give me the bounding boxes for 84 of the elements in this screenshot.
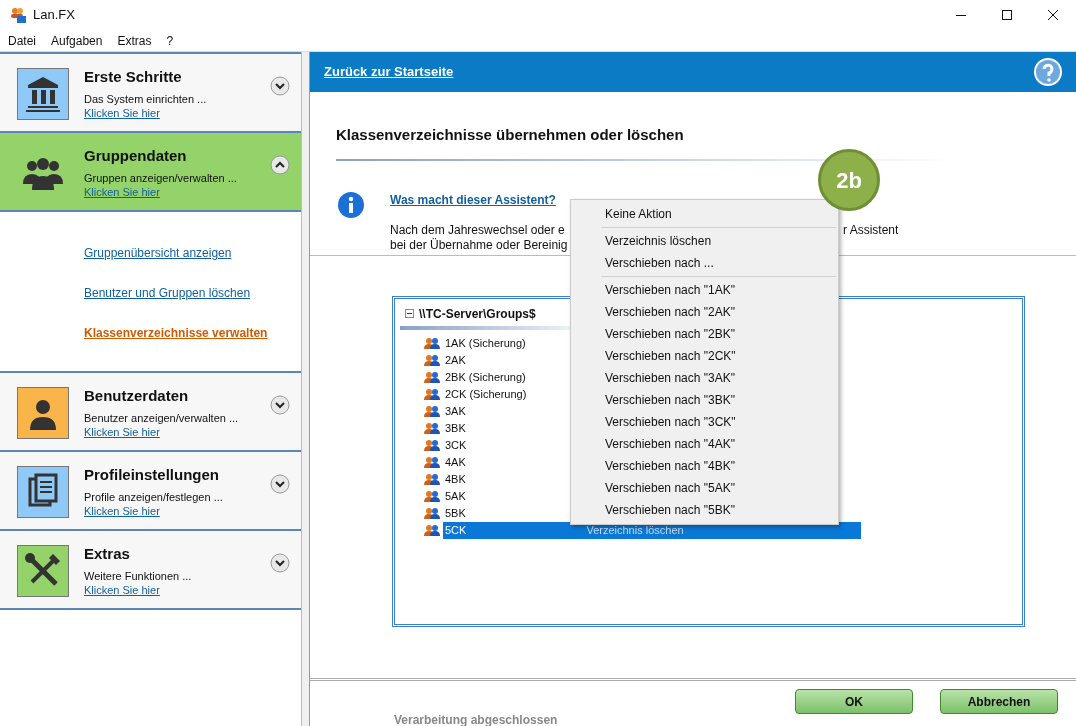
section-link[interactable]: Klicken Sie hier [84, 583, 160, 597]
menu-item[interactable]: Verschieben nach "2BK" [571, 323, 838, 345]
section-subtitle: Gruppen anzeigen/verwalten ... [84, 171, 237, 185]
section-title: Extras [84, 545, 131, 563]
group-icon [424, 422, 440, 434]
window-title: Lan.FX [33, 6, 75, 25]
group-icon [424, 354, 440, 366]
expand-icon[interactable] [270, 474, 290, 494]
dialog-button[interactable]: Abbrechen [940, 689, 1058, 714]
menu-item[interactable]: Verschieben nach "4AK" [571, 433, 838, 455]
tree-item[interactable]: 5AK [443, 487, 466, 505]
group-icon [424, 388, 440, 400]
section-subtitle: Das System einrichten ... [84, 92, 207, 106]
expand-icon[interactable] [270, 553, 290, 573]
maximize-icon [1002, 10, 1012, 20]
group-icon [424, 507, 440, 519]
help-icon[interactable] [1034, 58, 1062, 86]
tree-item[interactable]: 2BK (Sicherung) [443, 368, 526, 386]
menu-item[interactable]: Verschieben nach "3AK" [571, 367, 838, 389]
menu-item[interactable]: Verschieben nach "4BK" [571, 455, 838, 477]
tree-item[interactable]: 2CK (Sicherung) [443, 385, 527, 403]
menu-item[interactable]: Verschieben nach "1AK" [571, 279, 838, 301]
section-subtitle: Profile anzeigen/festlegen ... [84, 490, 223, 504]
group-icon [424, 405, 440, 417]
tree-item[interactable]: 4BK [443, 470, 466, 488]
section-title: Erste Schritte [84, 68, 183, 86]
tree-item[interactable]: 2AK [443, 351, 466, 369]
tree-item[interactable]: 1AK (Sicherung) [443, 334, 526, 352]
section-title: Benutzerdaten [84, 387, 190, 405]
menu-item[interactable]: Verzeichnis löschen [571, 230, 838, 252]
menu-item[interactable]: Verschieben nach "3BK" [571, 389, 838, 411]
section-subtitle: Benutzer anzeigen/verwalten ... [84, 411, 239, 425]
tree-item[interactable]: 3AK [443, 402, 466, 420]
tree-item[interactable]: 3BK [443, 419, 466, 437]
group-icon [424, 473, 440, 485]
section-title: Gruppendaten [84, 147, 188, 165]
sidebar-link[interactable]: Benutzer und Gruppen löschen [84, 285, 251, 301]
section-link[interactable]: Klicken Sie hier [84, 425, 160, 439]
tree-item[interactable]: 4AK [443, 453, 466, 471]
menu-item[interactable]: Datei [8, 31, 36, 50]
menu-item[interactable]: ? [166, 31, 174, 50]
collapse-icon[interactable] [270, 155, 290, 175]
tree-item[interactable]: 5BK [443, 504, 466, 522]
sidebar-link[interactable]: Gruppenübersicht anzeigen [84, 245, 232, 261]
back-link[interactable]: Zurück zur Startseite [324, 62, 454, 82]
page-title: Klassenverzeichnisse übernehmen oder löschen [336, 125, 685, 145]
menu-item[interactable]: Verschieben nach "5AK" [571, 477, 838, 499]
group-icon [424, 439, 440, 451]
sidebar-link[interactable]: Klassenverzeichnisse verwalten [84, 325, 268, 341]
collapse-icon[interactable] [405, 309, 414, 318]
tree-item[interactable]: 3CK [443, 436, 467, 454]
section-subtitle: Weitere Funktionen ... [84, 569, 192, 583]
menu-item[interactable]: Verschieben nach "3CK" [571, 411, 838, 433]
section-link[interactable]: Klicken Sie hier [84, 504, 160, 518]
group-icon [424, 371, 440, 383]
group-icon [424, 490, 440, 502]
section-link[interactable]: Klicken Sie hier [84, 106, 160, 120]
app-icon [10, 7, 26, 23]
section-link[interactable]: Klicken Sie hier [84, 185, 160, 199]
dialog-button[interactable]: OK [795, 689, 913, 714]
tree-root[interactable]: \\TC-Server\Groups$ [419, 304, 536, 323]
menu-item[interactable]: Aufgaben [51, 31, 103, 50]
expand-icon[interactable] [270, 395, 290, 415]
group-icon [424, 456, 440, 468]
close-icon [1048, 10, 1058, 20]
menu-item[interactable]: Verschieben nach ... [571, 252, 838, 274]
status-text: Verarbeitung abgeschlossen [394, 712, 558, 726]
section-title: Profileinstellungen [84, 466, 220, 484]
description-text: bei der Übernahme oder Bereinig [390, 237, 568, 253]
menu-item[interactable]: Verschieben nach "2CK" [571, 345, 838, 367]
scrollbar[interactable] [302, 52, 310, 726]
step-badge: 2b [818, 149, 880, 211]
description-text: r Assistent [843, 222, 899, 238]
menu-item[interactable]: Extras [117, 31, 152, 50]
group-icon [424, 337, 440, 349]
expand-icon[interactable] [270, 76, 290, 96]
menu-item[interactable]: Verschieben nach "2AK" [571, 301, 838, 323]
help-link[interactable]: Was macht dieser Assistent? [390, 190, 556, 209]
minimize-icon [956, 14, 966, 16]
group-icon [424, 524, 440, 536]
menu-item[interactable]: Verschieben nach "5BK" [571, 499, 838, 521]
description-text: Nach dem Jahreswechsel oder e [390, 222, 565, 238]
info-icon [337, 190, 365, 219]
sidebar-section[interactable]: Gruppendaten Gruppen anzeigen/verwalten ... Klicken Sie hier [0, 131, 301, 210]
